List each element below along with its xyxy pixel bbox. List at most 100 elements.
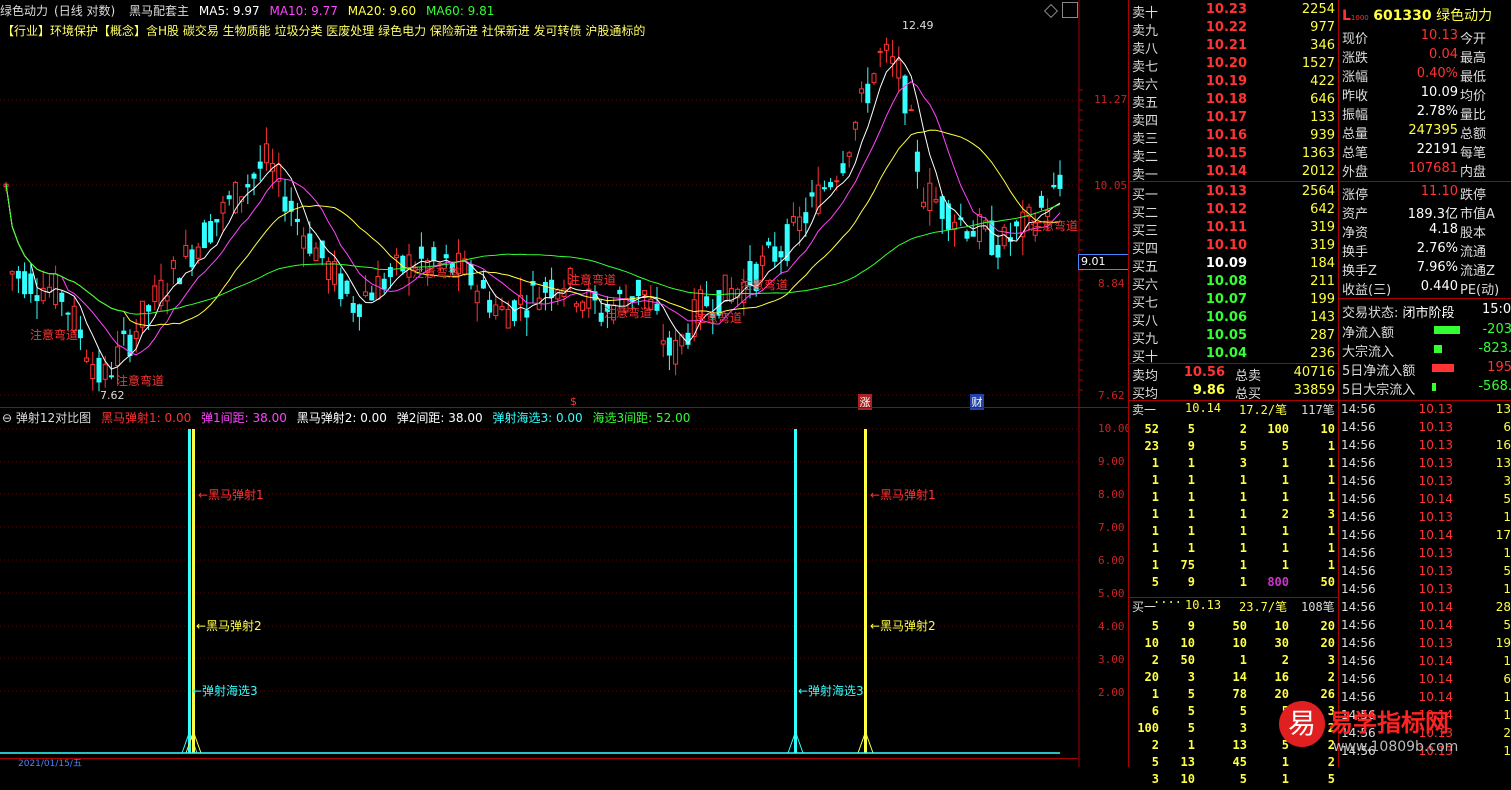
candle-body[interactable] <box>499 306 505 310</box>
candle-body[interactable] <box>995 244 1001 258</box>
candle-body[interactable] <box>232 181 238 214</box>
candle-body[interactable] <box>933 198 939 203</box>
candle-body[interactable] <box>902 75 908 114</box>
candle-body[interactable] <box>803 212 809 224</box>
candle-body[interactable] <box>772 246 778 262</box>
candle-body[interactable] <box>301 235 307 249</box>
candle-body[interactable] <box>797 216 803 232</box>
ask-row[interactable]: 卖三 10.16 939 <box>1129 128 1338 147</box>
kline-chart-area[interactable]: 绿色动力 (日线 对数) 黑马配套主 MA5: 9.97 MA10: 9.77 M… <box>0 0 1132 769</box>
candle-body[interactable] <box>487 299 493 313</box>
candle-body[interactable] <box>15 270 21 279</box>
ask-row[interactable]: 卖十 10.23 2254 <box>1129 2 1338 21</box>
candle-body[interactable] <box>152 285 158 303</box>
candle-body[interactable] <box>96 357 102 383</box>
bid-row[interactable]: 买三 10.11 319 <box>1129 220 1338 239</box>
candle-body[interactable] <box>598 312 604 322</box>
candle-body[interactable] <box>852 121 858 130</box>
candle-body[interactable] <box>877 50 883 53</box>
bid-row[interactable]: 买二 10.12 642 <box>1129 202 1338 221</box>
candle-body[interactable] <box>381 278 387 290</box>
candle-body[interactable] <box>784 224 790 261</box>
candle-body[interactable] <box>294 218 300 223</box>
ask-row[interactable]: 卖四 10.17 133 <box>1129 110 1338 129</box>
candle-body[interactable] <box>846 152 852 157</box>
ask-row[interactable]: 卖二 10.15 1363 <box>1129 146 1338 165</box>
candle-body[interactable] <box>208 221 214 243</box>
candle-body[interactable] <box>313 247 319 261</box>
candle-body[interactable] <box>617 289 623 295</box>
candle-body[interactable] <box>766 241 772 246</box>
candle-body[interactable] <box>133 331 139 340</box>
candle-body[interactable] <box>307 233 313 254</box>
candle-body[interactable] <box>673 339 679 365</box>
candle-body[interactable] <box>908 109 914 112</box>
candle-body[interactable] <box>363 291 369 297</box>
ask-row[interactable]: 卖七 10.20 1527 <box>1129 56 1338 75</box>
candle-body[interactable] <box>666 337 672 356</box>
candle-body[interactable] <box>976 214 982 243</box>
bid-row[interactable]: 买九 10.05 287 <box>1129 328 1338 347</box>
candle-body[interactable] <box>704 296 710 307</box>
candle-body[interactable] <box>834 180 840 183</box>
candle-body[interactable] <box>443 254 449 259</box>
candle-body[interactable] <box>189 249 195 268</box>
candle-body[interactable] <box>555 289 561 300</box>
candle-body[interactable] <box>350 303 356 313</box>
candle-body[interactable] <box>146 305 152 312</box>
candle-body[interactable] <box>22 271 28 295</box>
candle-body[interactable] <box>28 273 34 294</box>
candle-body[interactable] <box>580 301 586 311</box>
candle-body[interactable] <box>493 304 499 317</box>
candle-body[interactable] <box>344 280 350 294</box>
candle-body[interactable] <box>890 56 896 64</box>
candle-body[interactable] <box>883 43 889 51</box>
candle-body[interactable] <box>195 246 201 259</box>
ask-row[interactable]: 卖八 10.21 346 <box>1129 38 1338 57</box>
candle-body[interactable] <box>914 151 920 172</box>
bid-row[interactable]: 买七 10.07 199 <box>1129 292 1338 311</box>
queue-header[interactable]: 卖一 10.14 17.2/笔 117笔 <box>1129 401 1338 419</box>
ask-row[interactable]: 卖六 10.19 422 <box>1129 74 1338 93</box>
candle-body[interactable] <box>970 230 976 237</box>
candle-body[interactable] <box>369 292 375 301</box>
candle-body[interactable] <box>220 201 226 214</box>
candle-body[interactable] <box>257 161 263 169</box>
bid-row[interactable]: 买六 10.08 211 <box>1129 274 1338 293</box>
candle-body[interactable] <box>115 346 121 367</box>
candle-body[interactable] <box>201 222 207 249</box>
ask-row[interactable]: 卖一 10.14 2012 <box>1129 164 1338 183</box>
candle-body[interactable] <box>480 280 486 289</box>
candle-body[interactable] <box>474 290 480 304</box>
candle-body[interactable] <box>809 192 815 197</box>
candle-body[interactable] <box>964 231 970 239</box>
candle-body[interactable] <box>759 255 765 267</box>
bid-row[interactable]: 买一 10.13 2564 <box>1129 184 1338 203</box>
candle-body[interactable] <box>815 184 821 214</box>
kline-svg[interactable] <box>0 0 1128 767</box>
candle-body[interactable] <box>418 246 424 259</box>
candle-body[interactable] <box>927 182 933 212</box>
candle-body[interactable] <box>170 260 176 269</box>
candle-body[interactable] <box>102 363 108 380</box>
candle-body[interactable] <box>896 59 902 79</box>
indicator-settings-icon[interactable]: ⊖ <box>2 411 12 425</box>
indicator-name[interactable]: 弹射12对比图 <box>16 411 91 425</box>
candle-body[interactable] <box>778 251 784 258</box>
candle-body[interactable] <box>356 304 362 317</box>
candle-body[interactable] <box>840 163 846 174</box>
candle-body[interactable] <box>431 247 437 262</box>
candle-body[interactable] <box>394 254 400 258</box>
candle-body[interactable] <box>660 340 666 345</box>
bid-row[interactable]: 买十 10.04 236 <box>1129 346 1338 365</box>
candle-body[interactable] <box>828 182 834 188</box>
candle-body[interactable] <box>282 196 288 212</box>
candle-body[interactable] <box>642 290 648 296</box>
candle-body[interactable] <box>939 196 945 219</box>
candle-body[interactable] <box>635 279 641 297</box>
candle-body[interactable] <box>1051 184 1057 188</box>
candle-body[interactable] <box>1038 195 1044 208</box>
candle-body[interactable] <box>468 264 474 286</box>
candle-body[interactable] <box>263 143 269 164</box>
candle-body[interactable] <box>77 329 83 339</box>
